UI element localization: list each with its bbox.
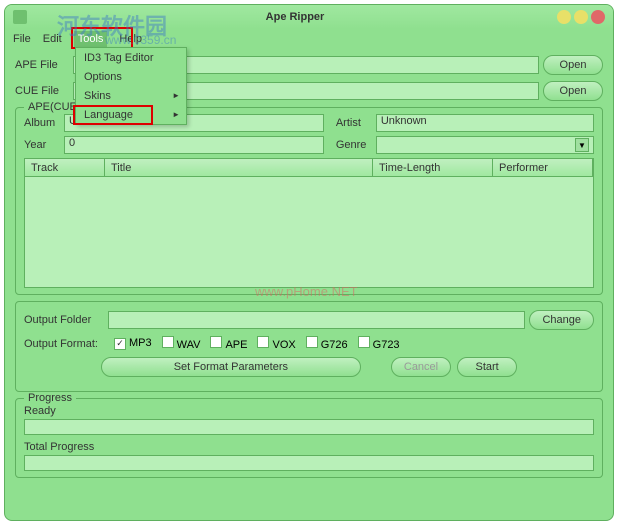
ape-cue-fieldset: APE(CUE) Album Unknown Artist Unknown Ye… xyxy=(15,107,603,295)
table-body xyxy=(25,177,593,287)
checkbox-icon xyxy=(257,336,269,348)
year-label: Year xyxy=(24,139,60,151)
checkbox-icon xyxy=(162,336,174,348)
checkbox-icon: ✓ xyxy=(114,338,126,350)
progress-fieldset: Progress Ready Total Progress xyxy=(15,398,603,478)
set-format-params-button[interactable]: Set Format Parameters xyxy=(101,357,361,377)
app-window: 河东软件园 www.0359.cn Ape Ripper File Edit T… xyxy=(4,4,614,521)
table-header: Track Title Time-Length Performer xyxy=(25,159,593,177)
output-fieldset: Output Folder Change Output Format: ✓MP3… xyxy=(15,301,603,392)
progress-bar xyxy=(24,419,594,435)
action-row: Set Format Parameters Cancel Start xyxy=(24,357,594,377)
genre-label: Genre xyxy=(336,139,372,151)
output-folder-label: Output Folder xyxy=(24,314,104,326)
format-vox[interactable]: VOX xyxy=(257,336,295,351)
change-button[interactable]: Change xyxy=(529,310,594,330)
total-progress-bar xyxy=(24,455,594,471)
cue-file-label: CUE File xyxy=(15,85,69,97)
format-ape[interactable]: APE xyxy=(210,336,247,351)
menu-help[interactable]: Help xyxy=(119,33,142,45)
cue-open-button[interactable]: Open xyxy=(543,81,603,101)
col-title[interactable]: Title xyxy=(105,159,373,177)
window-title: Ape Ripper xyxy=(33,11,557,23)
maximize-button[interactable] xyxy=(574,10,588,24)
col-time-length[interactable]: Time-Length xyxy=(373,159,493,177)
year-genre-row: Year 0 Genre ▼ xyxy=(24,136,594,154)
format-mp3[interactable]: ✓MP3 xyxy=(114,337,152,350)
menu-item-language[interactable]: Language xyxy=(76,105,186,124)
output-folder-row: Output Folder Change xyxy=(24,310,594,330)
menu-edit[interactable]: Edit xyxy=(43,33,62,45)
year-input[interactable]: 0 xyxy=(64,136,324,154)
genre-select[interactable]: ▼ xyxy=(376,136,594,154)
ape-open-button[interactable]: Open xyxy=(543,55,603,75)
ape-file-label: APE File xyxy=(15,59,69,71)
menubar: File Edit Tools Help xyxy=(5,29,613,49)
window-controls xyxy=(557,10,605,24)
close-button[interactable] xyxy=(591,10,605,24)
menu-file[interactable]: File xyxy=(13,33,31,45)
checkbox-icon xyxy=(358,336,370,348)
col-performer[interactable]: Performer xyxy=(493,159,593,177)
progress-legend: Progress xyxy=(24,392,76,404)
menu-item-id3-tag-editor[interactable]: ID3 Tag Editor xyxy=(76,48,186,67)
output-format-label: Output Format: xyxy=(24,338,104,350)
artist-label: Artist xyxy=(336,117,372,129)
output-format-row: Output Format: ✓MP3 WAV APE VOX G726 G72… xyxy=(24,336,594,351)
total-progress-label: Total Progress xyxy=(24,441,594,453)
format-g723[interactable]: G723 xyxy=(358,336,400,351)
artist-input[interactable]: Unknown xyxy=(376,114,594,132)
start-button[interactable]: Start xyxy=(457,357,517,377)
menu-item-skins[interactable]: Skins xyxy=(76,86,186,105)
minimize-button[interactable] xyxy=(557,10,571,24)
chevron-down-icon: ▼ xyxy=(575,138,589,152)
menu-item-options[interactable]: Options xyxy=(76,67,186,86)
album-label: Album xyxy=(24,117,60,129)
checkbox-icon xyxy=(306,336,318,348)
col-track[interactable]: Track xyxy=(25,159,105,177)
track-table: Track Title Time-Length Performer xyxy=(24,158,594,288)
format-wav[interactable]: WAV xyxy=(162,336,201,351)
checkbox-icon xyxy=(210,336,222,348)
cancel-button[interactable]: Cancel xyxy=(391,357,451,377)
menu-tools[interactable]: Tools xyxy=(74,31,108,47)
tools-dropdown: ID3 Tag Editor Options Skins Language xyxy=(75,47,187,125)
titlebar: Ape Ripper xyxy=(5,5,613,29)
app-icon xyxy=(13,10,27,24)
format-g726[interactable]: G726 xyxy=(306,336,348,351)
output-folder-input[interactable] xyxy=(108,311,525,329)
ready-label: Ready xyxy=(24,405,594,417)
